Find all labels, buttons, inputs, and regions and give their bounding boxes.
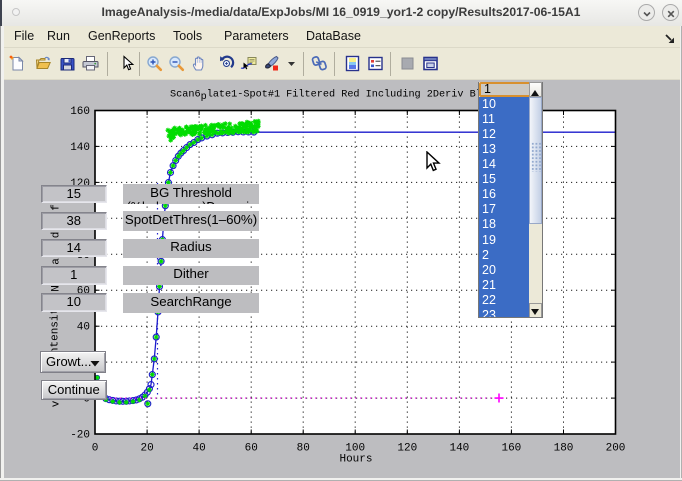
svg-text:200: 200 xyxy=(606,443,626,455)
svg-text:180: 180 xyxy=(554,443,574,455)
svg-text:N: N xyxy=(51,285,63,292)
svg-text:140: 140 xyxy=(449,443,469,455)
svg-text:160: 160 xyxy=(501,443,521,455)
svg-text:20: 20 xyxy=(140,443,153,455)
svg-text:60: 60 xyxy=(245,443,258,455)
svg-text:0: 0 xyxy=(92,443,99,455)
svg-text:40: 40 xyxy=(192,443,205,455)
svg-text:a: a xyxy=(51,258,63,265)
svg-text:f: f xyxy=(51,204,63,211)
svg-text:d: d xyxy=(51,232,63,239)
svg-text:Hours: Hours xyxy=(339,454,372,466)
svg-text:-20: -20 xyxy=(70,430,90,442)
svg-text:80: 80 xyxy=(297,443,310,455)
svg-text:v: v xyxy=(51,400,63,407)
svg-text:120: 120 xyxy=(397,443,417,455)
svg-text:140: 140 xyxy=(70,142,90,154)
svg-text:160: 160 xyxy=(70,106,90,118)
svg-text:Scan6plate1-Spot#1 Filtered Re: Scan6plate1-Spot#1 Filtered Red Includin… xyxy=(170,89,500,104)
svg-text:40: 40 xyxy=(77,322,90,334)
